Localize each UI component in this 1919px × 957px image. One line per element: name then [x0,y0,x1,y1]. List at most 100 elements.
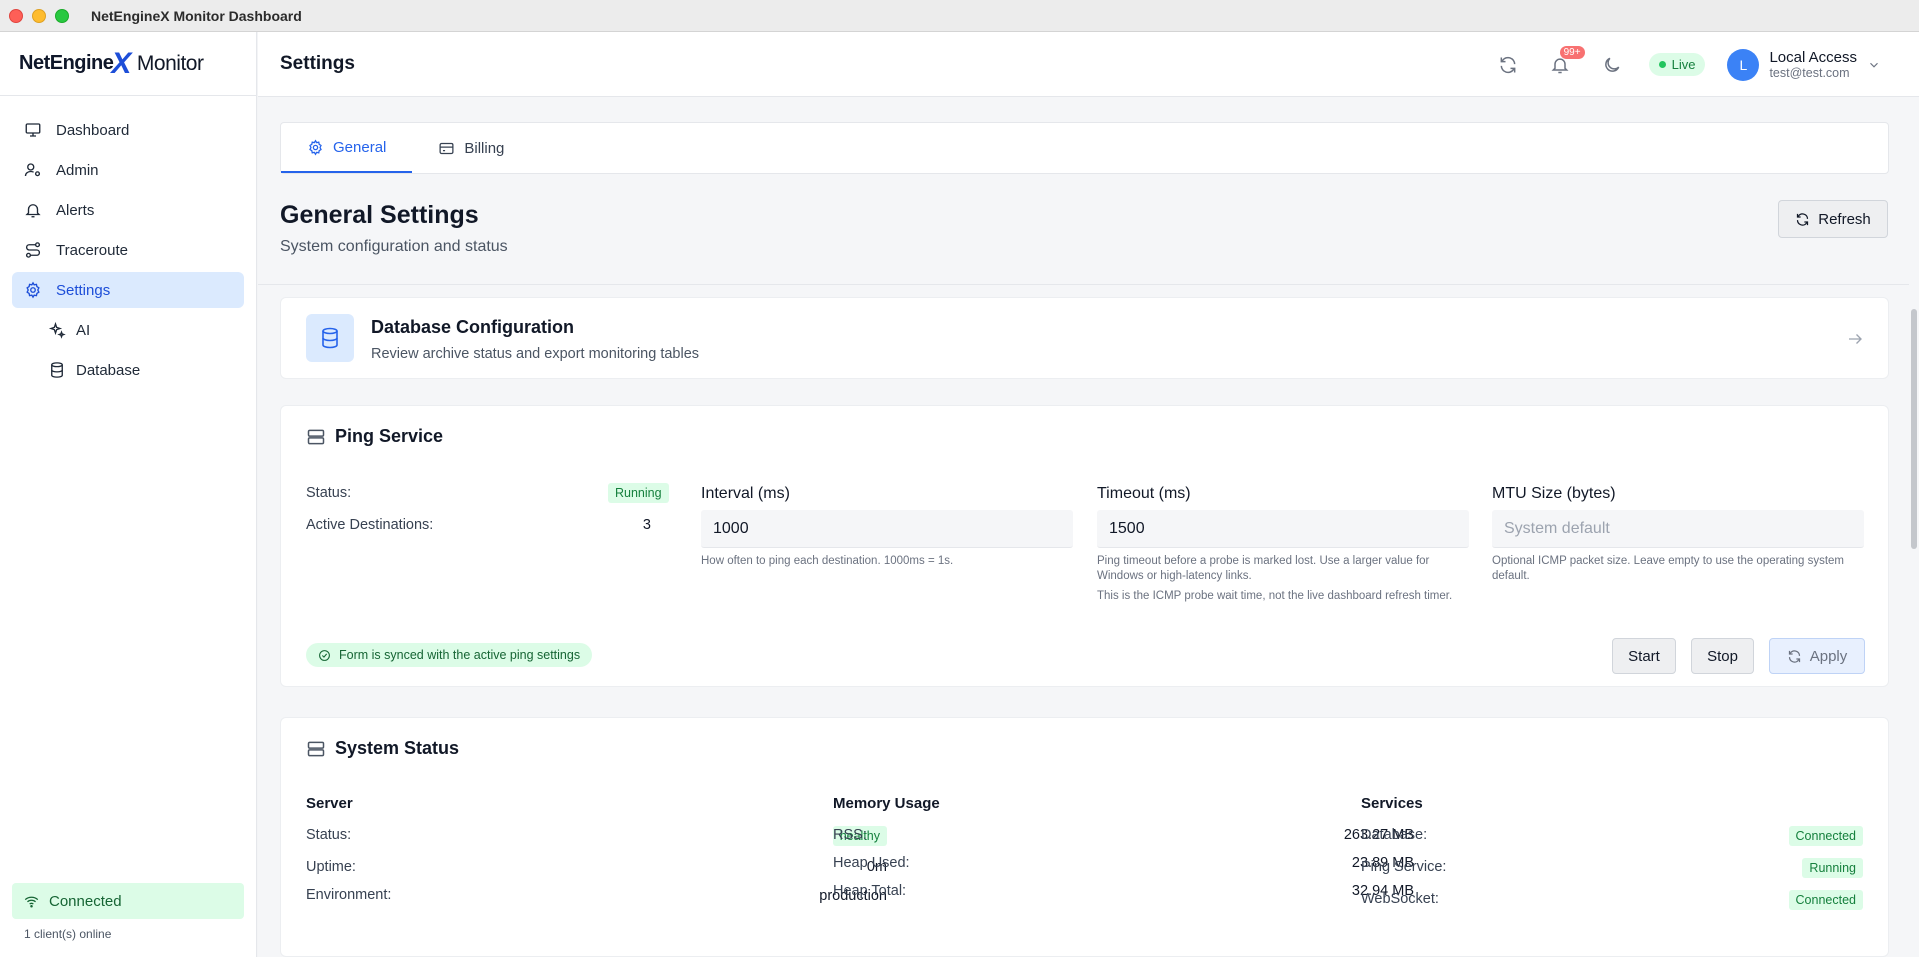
sidebar-item-label: AI [76,321,91,339]
tab-label: General [333,138,387,156]
timeout-input[interactable] [1097,510,1469,548]
brand-logo[interactable]: NetEngine X Monitor [0,32,256,96]
main-scrollbar[interactable] [1909,97,1919,957]
page-title: Settings [280,53,355,74]
ping-service-card: Ping Service Status: Running Active Dest… [280,405,1889,687]
route-icon [25,242,41,258]
timeout-help: Ping timeout before a probe is marked lo… [1097,555,1430,582]
logo-x: X [111,46,131,80]
sidebar-item-ai[interactable]: AI [12,312,244,348]
status-badge: Connected [1788,890,1863,910]
ping-service-badge: Running [1802,858,1863,878]
heap-used-label: Heap Used: [833,855,910,871]
gear-icon [26,281,40,299]
minimize-window-button[interactable] [32,8,46,23]
logo-text: NetEngine [19,52,114,74]
mtu-input[interactable] [1492,510,1864,548]
interval-label: Interval (ms) [701,485,790,502]
sidebar-item-database[interactable]: Database [12,352,244,388]
mtu-label: MTU Size (bytes) [1492,485,1616,502]
bell-icon [25,204,41,218]
database-icon [51,362,63,378]
database-card-title: Database Configuration [371,317,575,337]
zoom-window-button[interactable] [55,8,69,23]
settings-tabs: General Billing [280,122,1889,174]
sidebar-item-alerts[interactable]: Alerts [12,192,244,228]
interval-input[interactable] [701,510,1073,548]
refresh-button[interactable]: Refresh [1778,200,1888,238]
tab-billing[interactable]: Billing [412,123,530,173]
websocket-label: WebSocket: [1361,891,1439,907]
header-actions: 99+ Live L Local Access test@test.com [1493,32,1919,97]
refresh-icon [1797,212,1809,226]
user-gear-icon [24,163,41,177]
system-status-card: System Status Server Status: healthy Upt… [280,717,1889,957]
close-window-button[interactable] [9,8,23,23]
active-destinations-label: Active Destinations: [306,517,434,533]
status-badge: Connected [1788,826,1863,846]
interval-help: How often to ping each destination. 1000… [701,555,954,567]
sidebar-item-settings[interactable]: Settings [12,272,244,308]
moon-icon [1604,57,1619,72]
websocket-badge: Connected [1788,890,1863,910]
refresh-icon [1500,56,1516,73]
scrollbar-thumb[interactable] [1911,309,1917,549]
system-status-title: System Status [335,738,460,758]
sidebar-item-label: Admin [56,161,99,179]
user-info: Local Access test@test.com [1769,49,1857,80]
sidebar-item-traceroute[interactable]: Traceroute [12,232,244,268]
rss-label: RSS: [833,827,867,843]
window-controls [9,8,69,23]
server-heading: Server [306,795,353,812]
services-heading: Services [1361,795,1423,812]
window-titlebar: NetEngineX Monitor Dashboard [0,0,1919,32]
sidebar-item-label: Database [76,361,141,379]
top-header: Settings 99+ Live L Local Access test@te… [258,32,1919,97]
section-subtitle: System configuration and status [280,238,508,255]
section-title: General Settings [280,201,479,229]
server-status-label: Status: [306,827,352,843]
timeout-help-note: This is the ICMP probe wait time, not th… [1097,590,1453,602]
chevron-down-icon [1870,62,1878,68]
start-button[interactable]: Start [1612,638,1676,674]
sparkles-icon [48,321,66,339]
sidebar-item-label: Settings [56,281,111,299]
database-service-label: Database: [1361,827,1428,843]
theme-toggle-button[interactable] [1597,50,1627,80]
start-label: Start [1628,647,1660,665]
notification-badge: 99+ [1559,45,1585,59]
sidebar-item-admin[interactable]: Admin [12,152,244,188]
uptime-label: Uptime: [306,859,356,875]
database-card-subtitle: Review archive status and export monitor… [371,346,700,362]
main-content: General Billing General Settings System … [258,97,1919,957]
stop-label: Stop [1707,647,1738,665]
live-label: Live [1671,57,1696,72]
monitor-icon [25,123,41,137]
tab-general[interactable]: General [281,123,413,173]
database-icon [306,314,354,362]
window-title: NetEngineX Monitor Dashboard [91,7,302,24]
apply-button[interactable]: Apply [1769,638,1865,674]
environment-label: Environment: [306,887,392,903]
notifications-button[interactable]: 99+ [1545,45,1585,80]
card-icon [439,142,454,154]
apply-label: Apply [1809,647,1848,665]
user-email: test@test.com [1769,66,1850,80]
connection-label: Connected [49,892,122,910]
sidebar-item-dashboard[interactable]: Dashboard [12,112,244,148]
live-indicator: Live [1648,53,1706,76]
brand-product: Monitor [136,51,204,75]
active-destinations-value: 3 [642,517,651,533]
reload-button[interactable] [1493,50,1523,80]
sidebar: NetEngine X Monitor Dashboard Admin Aler… [0,32,257,957]
database-config-card[interactable]: Database Configuration Review archive st… [280,297,1889,379]
user-menu[interactable]: L Local Access test@test.com [1727,48,1881,81]
status-badge: Running [608,483,669,503]
ping-status-badge: Running [608,483,669,503]
stop-button[interactable]: Stop [1691,638,1754,674]
clients-online: 1 client(s) online [24,927,112,941]
ping-service-label: Ping Service: [1361,859,1447,875]
sync-status-badge: Form is synced with the active ping sett… [306,643,593,667]
ping-service-header: Ping Service [306,426,443,447]
ping-status-label: Status: [306,485,352,501]
